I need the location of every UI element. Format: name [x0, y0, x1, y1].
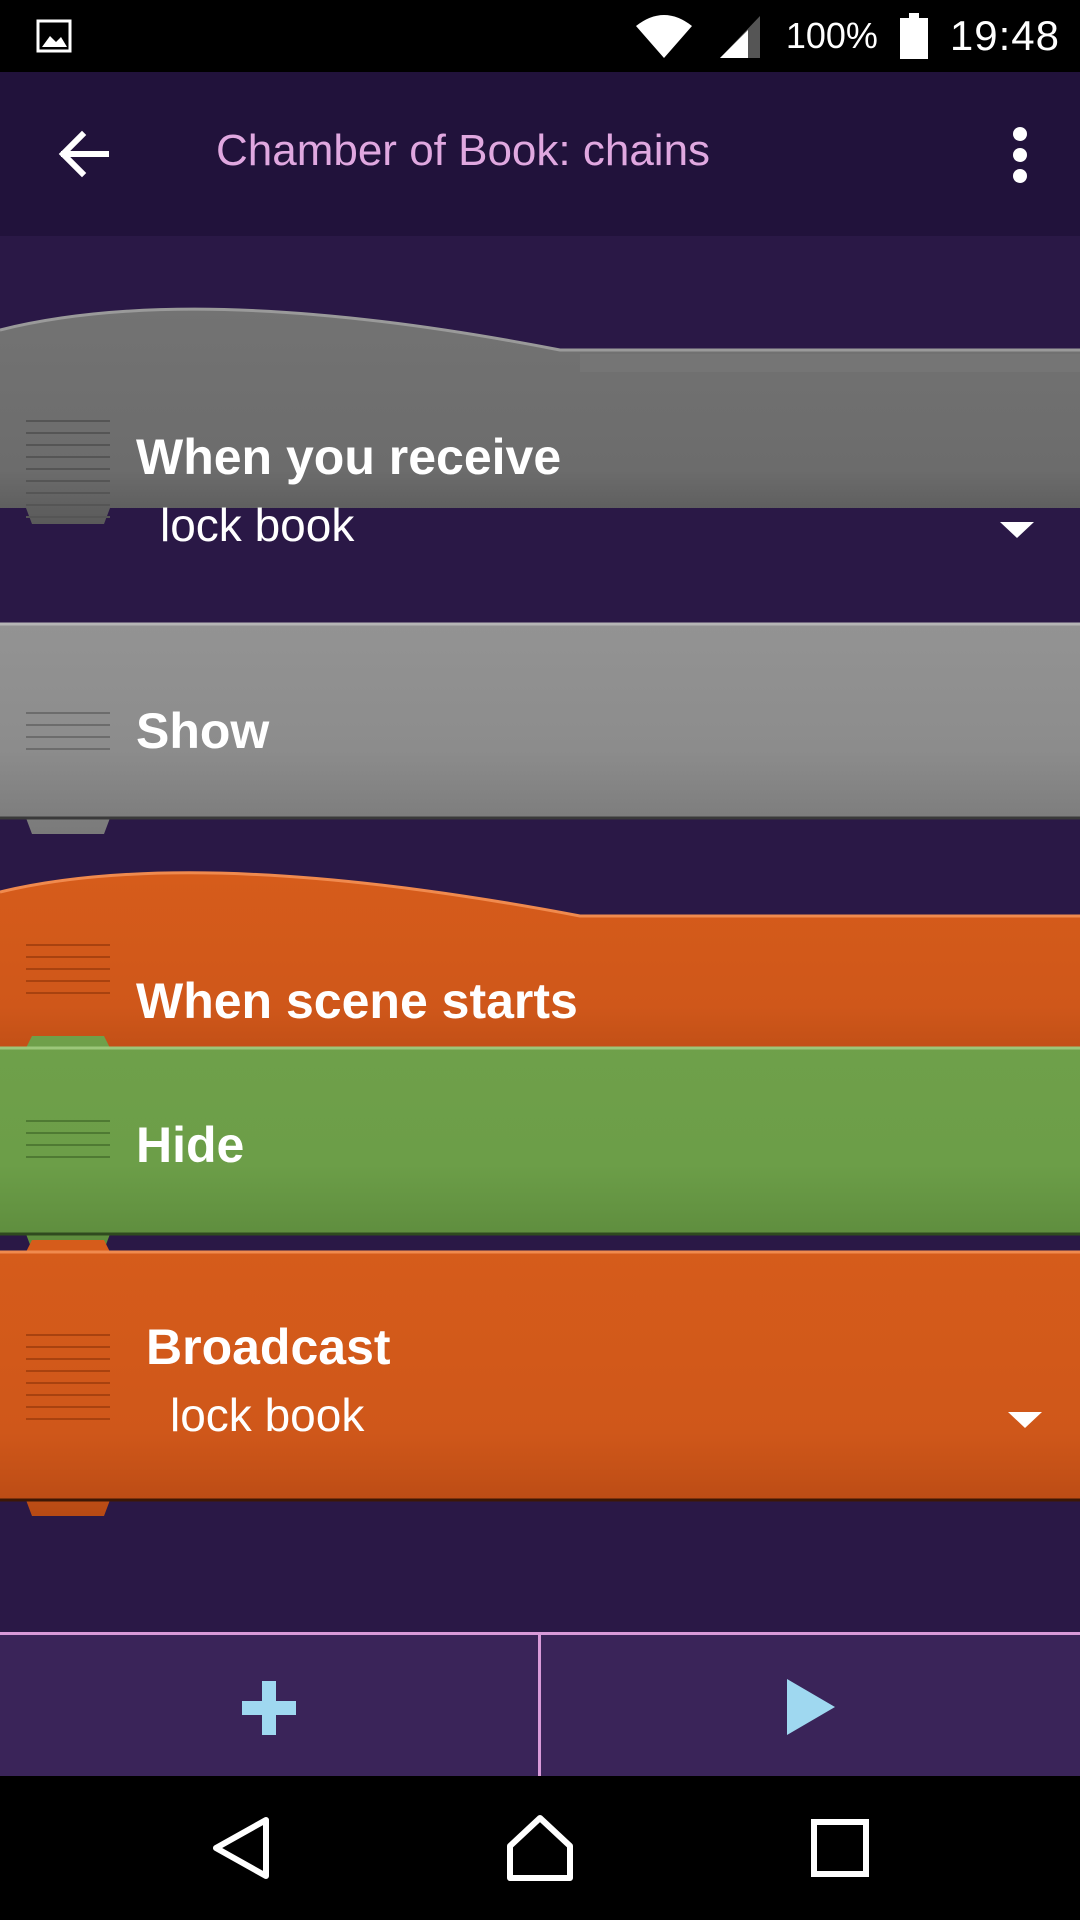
system-nav-bar — [0, 1776, 1080, 1920]
battery-icon — [899, 13, 928, 59]
drag-handle[interactable] — [26, 944, 110, 1004]
brick-label: Broadcast — [146, 1319, 391, 1375]
add-button[interactable] — [0, 1635, 538, 1779]
message-dropdown-value[interactable]: lock book — [170, 1388, 364, 1442]
wifi-icon — [635, 15, 692, 58]
more-vertical-icon[interactable] — [990, 120, 1050, 190]
brick-label: When you receive — [136, 429, 562, 485]
drag-handle[interactable] — [26, 1334, 110, 1430]
status-bar: 100% 19:48 — [0, 0, 1080, 72]
brick-label: Show — [136, 703, 270, 759]
page-title: Chamber of Book: chains — [216, 126, 711, 175]
play-icon — [787, 1679, 835, 1735]
brick-label: When scene starts — [136, 973, 578, 1029]
image-notification-icon — [36, 19, 72, 53]
brick-label: Hide — [136, 1117, 245, 1173]
show-brick[interactable]: Show — [0, 622, 1080, 834]
drag-handle[interactable] — [26, 1120, 110, 1168]
bottom-action-bar — [0, 1632, 1080, 1779]
clock: 19:48 — [949, 12, 1060, 59]
drag-handle[interactable] — [26, 712, 110, 760]
message-dropdown-value[interactable]: lock book — [160, 498, 354, 552]
play-button[interactable] — [541, 1635, 1080, 1779]
signal-icon — [719, 16, 760, 58]
arrow-left-icon[interactable] — [54, 124, 114, 184]
broadcast-brick[interactable]: Broadcast lock book — [0, 1234, 1080, 1522]
script-canvas: When you receive lock book Show When sce… — [0, 236, 1080, 1632]
when-you-receive-brick[interactable]: When you receive lock book — [0, 300, 1080, 630]
chevron-down-icon[interactable] — [1000, 522, 1034, 538]
battery-percent: 100% — [785, 15, 878, 56]
recents-square-icon[interactable] — [804, 1812, 876, 1884]
back-triangle-icon[interactable] — [206, 1812, 278, 1884]
brick-shape — [0, 1240, 1080, 1516]
hide-brick[interactable]: Hide — [0, 1036, 1080, 1252]
drag-handle[interactable] — [26, 420, 110, 528]
chevron-down-icon[interactable] — [1008, 1412, 1042, 1428]
app-bar: Chamber of Book: chains — [0, 72, 1080, 236]
home-icon[interactable] — [504, 1812, 576, 1884]
plus-icon — [242, 1681, 296, 1735]
